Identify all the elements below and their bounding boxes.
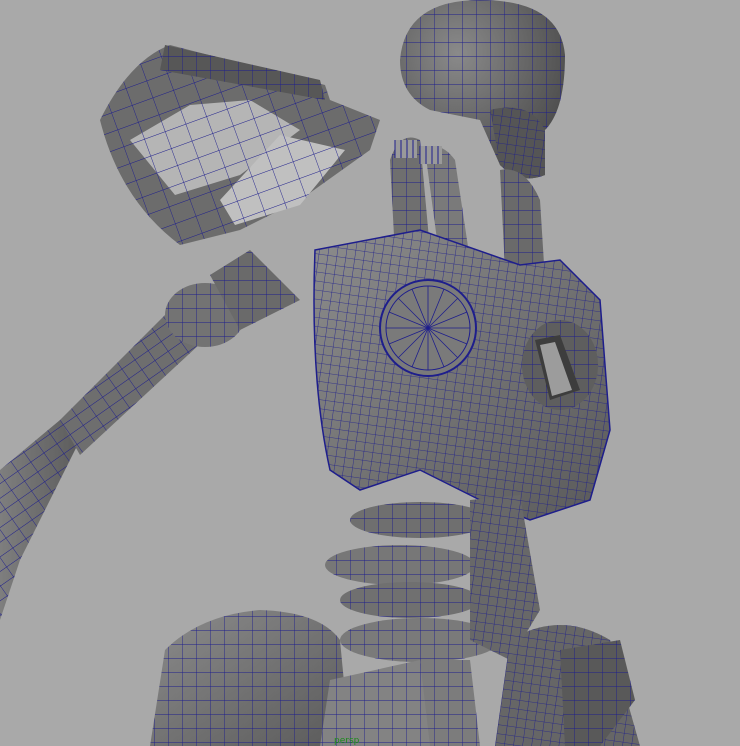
- hand-plates-mesh[interactable]: [100, 45, 380, 245]
- side-vent[interactable]: [522, 320, 598, 410]
- maya-perspective-viewport[interactable]: persp: [0, 0, 740, 746]
- chest-port[interactable]: [379, 279, 477, 377]
- wireframe-on-shaded-robot-model[interactable]: [0, 0, 740, 746]
- camera-name-label: persp: [334, 736, 360, 746]
- raised-arm-mesh[interactable]: [0, 250, 300, 620]
